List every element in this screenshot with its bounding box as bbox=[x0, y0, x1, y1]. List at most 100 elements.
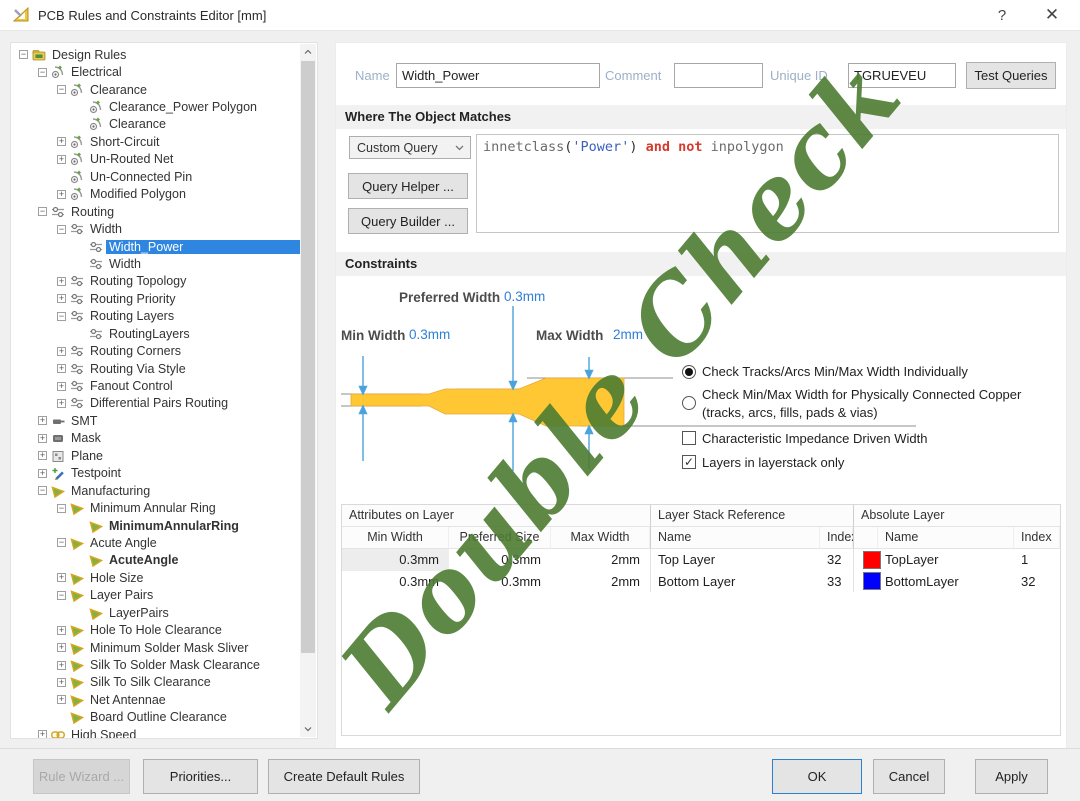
table-cell[interactable]: 0.3mm bbox=[449, 571, 551, 593]
apply-button[interactable]: Apply bbox=[975, 759, 1048, 794]
tree-expander[interactable]: + bbox=[57, 382, 66, 391]
scroll-down-icon[interactable] bbox=[304, 725, 312, 733]
tree-item[interactable]: Un-Connected Pin bbox=[11, 168, 300, 185]
tree-expander[interactable]: + bbox=[57, 573, 66, 582]
tree-item[interactable]: AcuteAngle bbox=[11, 552, 300, 569]
tree-expander[interactable]: − bbox=[57, 225, 66, 234]
tree-item[interactable]: +Minimum Solder Mask Sliver bbox=[11, 639, 300, 656]
table-cell[interactable]: 0.3mm bbox=[342, 549, 449, 571]
priorities-button[interactable]: Priorities... bbox=[143, 759, 258, 794]
tree-item[interactable]: +High Speed bbox=[11, 726, 300, 739]
tree-item[interactable]: +Hole Size bbox=[11, 569, 300, 586]
comment-input[interactable] bbox=[674, 63, 763, 88]
tree-item[interactable]: +Routing Topology bbox=[11, 273, 300, 290]
table-cell[interactable]: 2mm bbox=[551, 549, 650, 571]
tree-expander[interactable]: + bbox=[57, 626, 66, 635]
tree-expander[interactable]: + bbox=[57, 399, 66, 408]
tree-expander[interactable]: − bbox=[57, 591, 66, 600]
tree-scroll-thumb[interactable] bbox=[301, 61, 315, 653]
name-input[interactable] bbox=[396, 63, 600, 88]
tree-expander[interactable]: + bbox=[57, 155, 66, 164]
tree-item[interactable]: Clearance bbox=[11, 116, 300, 133]
tree-expander[interactable]: + bbox=[57, 294, 66, 303]
table-column-header[interactable]: Index bbox=[820, 527, 853, 549]
unique-id-input[interactable] bbox=[848, 63, 956, 88]
tree-item[interactable]: −Routing bbox=[11, 203, 300, 220]
tree-item[interactable]: +Routing Corners bbox=[11, 342, 300, 359]
tree-item[interactable]: +Routing Via Style bbox=[11, 360, 300, 377]
tree-item[interactable]: −Routing Layers bbox=[11, 308, 300, 325]
tree-expander[interactable]: + bbox=[57, 190, 66, 199]
tree-expander[interactable]: − bbox=[57, 85, 66, 94]
tree-item[interactable]: −Minimum Annular Ring bbox=[11, 499, 300, 516]
tree-expander[interactable]: + bbox=[57, 643, 66, 652]
cancel-button[interactable]: Cancel bbox=[873, 759, 945, 794]
tree-expander[interactable]: + bbox=[57, 364, 66, 373]
table-cell[interactable]: 1 bbox=[1014, 549, 1060, 571]
tree-item[interactable]: −Design Rules bbox=[11, 46, 300, 63]
tree-expander[interactable]: + bbox=[38, 451, 47, 460]
tree-item[interactable]: +SMT bbox=[11, 412, 300, 429]
tree-item[interactable]: Board Outline Clearance bbox=[11, 709, 300, 726]
tree-item[interactable]: −Layer Pairs bbox=[11, 587, 300, 604]
close-button[interactable]: ✕ bbox=[1030, 0, 1074, 30]
tree-item[interactable]: +Modified Polygon bbox=[11, 186, 300, 203]
tree-item[interactable]: Clearance_Power Polygon bbox=[11, 98, 300, 115]
tree-expander[interactable]: + bbox=[57, 137, 66, 146]
tree-item[interactable]: MinimumAnnularRing bbox=[11, 517, 300, 534]
tree-expander[interactable]: − bbox=[38, 68, 47, 77]
tree-expander[interactable]: + bbox=[38, 730, 47, 739]
table-column-header[interactable] bbox=[853, 527, 878, 549]
layer-color-swatch[interactable] bbox=[853, 549, 878, 571]
table-cell[interactable]: BottomLayer bbox=[878, 571, 1014, 593]
ok-button[interactable]: OK bbox=[772, 759, 862, 794]
radio-check-connected[interactable] bbox=[682, 396, 696, 410]
table-column-header[interactable]: Name bbox=[878, 527, 1014, 549]
query-builder-button[interactable]: Query Builder ... bbox=[348, 208, 468, 234]
query-helper-button[interactable]: Query Helper ... bbox=[348, 173, 468, 199]
tree-item[interactable]: Width_Power bbox=[11, 238, 300, 255]
tree-expander[interactable]: + bbox=[38, 434, 47, 443]
tree-item[interactable]: +Fanout Control bbox=[11, 377, 300, 394]
scroll-up-icon[interactable] bbox=[304, 48, 312, 56]
query-text-area[interactable]: innetclass('Power') and not inpolygon bbox=[476, 134, 1059, 233]
checkbox-layerstack[interactable]: ✓ bbox=[682, 455, 696, 469]
tree-expander[interactable]: − bbox=[57, 504, 66, 513]
tree-expander[interactable]: − bbox=[19, 50, 28, 59]
tree-item[interactable]: +Testpoint bbox=[11, 465, 300, 482]
tree-item[interactable]: +Mask bbox=[11, 430, 300, 447]
query-kind-dropdown[interactable]: Custom Query bbox=[349, 136, 471, 159]
tree-expander[interactable]: + bbox=[38, 416, 47, 425]
tree-expander[interactable]: − bbox=[38, 486, 47, 495]
table-cell[interactable]: 2mm bbox=[551, 571, 650, 593]
checkbox-impedance[interactable] bbox=[682, 431, 696, 445]
table-cell[interactable]: Bottom Layer bbox=[650, 571, 820, 593]
tree-expander[interactable]: + bbox=[57, 695, 66, 704]
table-column-header[interactable]: Name bbox=[650, 527, 820, 549]
table-cell[interactable]: 0.3mm bbox=[342, 571, 449, 593]
tree-item[interactable]: LayerPairs bbox=[11, 604, 300, 621]
radio-check-individually[interactable] bbox=[682, 365, 696, 379]
tree-expander[interactable]: + bbox=[57, 661, 66, 670]
tree-item[interactable]: +Silk To Solder Mask Clearance bbox=[11, 656, 300, 673]
tree-item[interactable]: −Clearance bbox=[11, 81, 300, 98]
tree-expander[interactable]: + bbox=[57, 347, 66, 356]
tree-expander[interactable]: − bbox=[38, 207, 47, 216]
tree-expander[interactable]: + bbox=[57, 277, 66, 286]
table-cell[interactable]: 32 bbox=[1014, 571, 1060, 593]
tree-item[interactable]: +Differential Pairs Routing bbox=[11, 395, 300, 412]
tree-item[interactable]: RoutingLayers bbox=[11, 325, 300, 342]
tree-scrollbar[interactable] bbox=[300, 44, 316, 737]
test-queries-button[interactable]: Test Queries bbox=[966, 62, 1056, 89]
tree-item[interactable]: +Net Antennae bbox=[11, 691, 300, 708]
help-button[interactable]: ? bbox=[980, 0, 1024, 30]
tree-item[interactable]: +Routing Priority bbox=[11, 290, 300, 307]
create-default-rules-button[interactable]: Create Default Rules bbox=[268, 759, 420, 794]
table-column-header[interactable]: Index bbox=[1014, 527, 1060, 549]
tree-item[interactable]: Width bbox=[11, 255, 300, 272]
table-cell[interactable]: 0.3mm bbox=[449, 549, 551, 571]
tree-item[interactable]: −Electrical bbox=[11, 63, 300, 80]
tree-expander[interactable]: + bbox=[38, 469, 47, 478]
tree-item[interactable]: −Manufacturing bbox=[11, 482, 300, 499]
table-cell[interactable]: 33 bbox=[820, 571, 853, 593]
